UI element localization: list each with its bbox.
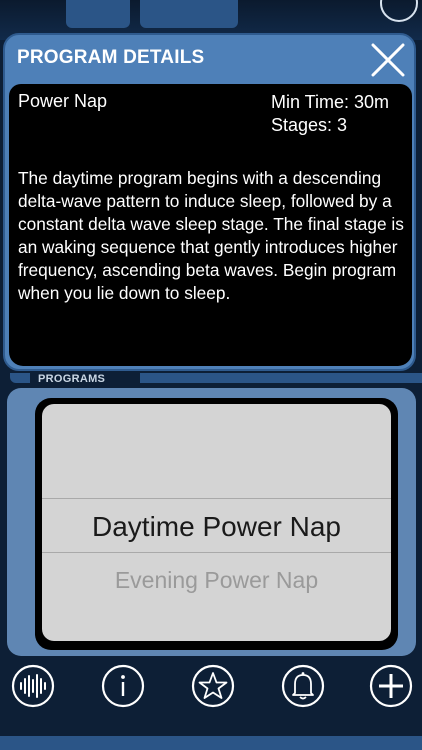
picker-frame: Daytime Power Nap Evening Power Nap — [35, 398, 398, 650]
details-content: Power Nap Min Time: 30m Stages: 3 The da… — [9, 84, 412, 366]
top-strip-segment — [66, 0, 130, 28]
waveform-icon — [11, 664, 55, 708]
picker-selection-line — [42, 552, 391, 553]
program-name: Power Nap — [18, 91, 108, 111]
program-meta: Min Time: 30m Stages: 3 — [271, 91, 389, 137]
close-icon — [371, 43, 405, 77]
top-strip-ring-icon — [380, 0, 418, 22]
stages-label: Stages: 3 — [270, 115, 348, 135]
picker-item-selected[interactable]: Daytime Power Nap — [42, 511, 391, 543]
divider-segment — [10, 373, 30, 383]
picker-selection-line — [42, 498, 391, 499]
alarm-button[interactable] — [281, 664, 325, 708]
picker-item[interactable]: Evening Power Nap — [42, 567, 391, 594]
info-button[interactable] — [101, 664, 145, 708]
plus-icon — [369, 664, 413, 708]
programs-panel: Daytime Power Nap Evening Power Nap — [7, 388, 416, 656]
bell-icon — [281, 664, 325, 708]
program-picker[interactable]: Daytime Power Nap Evening Power Nap — [42, 404, 391, 641]
top-strip-text-fragment — [252, 0, 362, 14]
min-time-label: Min Time: 30m — [270, 92, 389, 112]
programs-divider: PROGRAMS — [0, 371, 422, 387]
close-button[interactable] — [368, 40, 408, 80]
bottom-strip — [0, 736, 422, 750]
favorites-button[interactable] — [191, 664, 235, 708]
waveform-button[interactable] — [11, 664, 55, 708]
program-description: The daytime program begins with a descen… — [18, 168, 404, 303]
star-icon — [191, 664, 235, 708]
info-icon — [101, 664, 145, 708]
programs-label: PROGRAMS — [38, 373, 106, 385]
bottom-toolbar — [0, 656, 422, 750]
divider-segment — [140, 373, 422, 383]
top-strip-segment — [140, 0, 238, 28]
add-program-button[interactable] — [369, 664, 413, 708]
program-details-panel: PROGRAM DETAILS Power Nap Min Time: 30m … — [3, 33, 416, 371]
details-title: PROGRAM DETAILS — [17, 47, 205, 68]
